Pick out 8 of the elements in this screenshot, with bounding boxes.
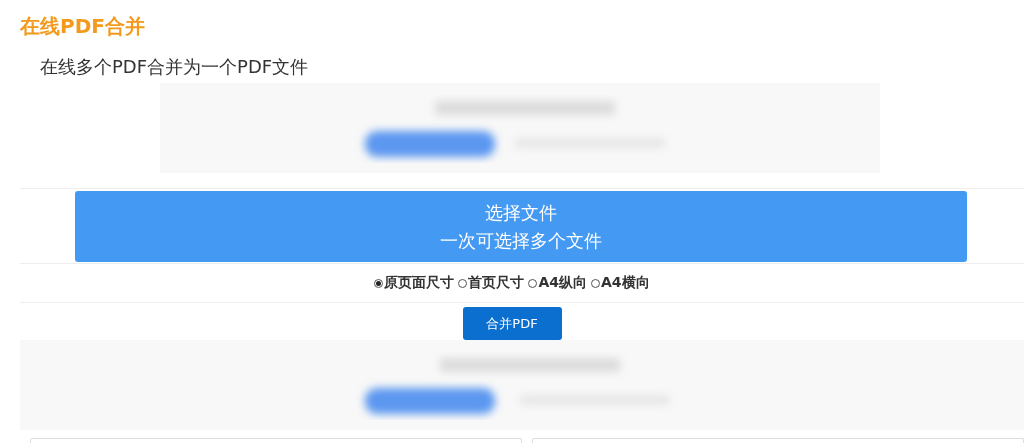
page-title: 在线PDF合并 xyxy=(20,13,145,40)
option-label: 首页尺寸 xyxy=(468,274,525,292)
option-label: A4横向 xyxy=(601,274,650,292)
choose-files-button[interactable]: 选择文件 一次可选择多个文件 xyxy=(75,191,967,262)
option-label: A4纵向 xyxy=(538,274,587,292)
option-label: 原页面尺寸 xyxy=(384,274,455,292)
subtitle: 在线多个PDF合并为一个PDF文件 xyxy=(40,55,309,79)
merge-pdf-button[interactable]: 合并PDF xyxy=(462,307,562,340)
